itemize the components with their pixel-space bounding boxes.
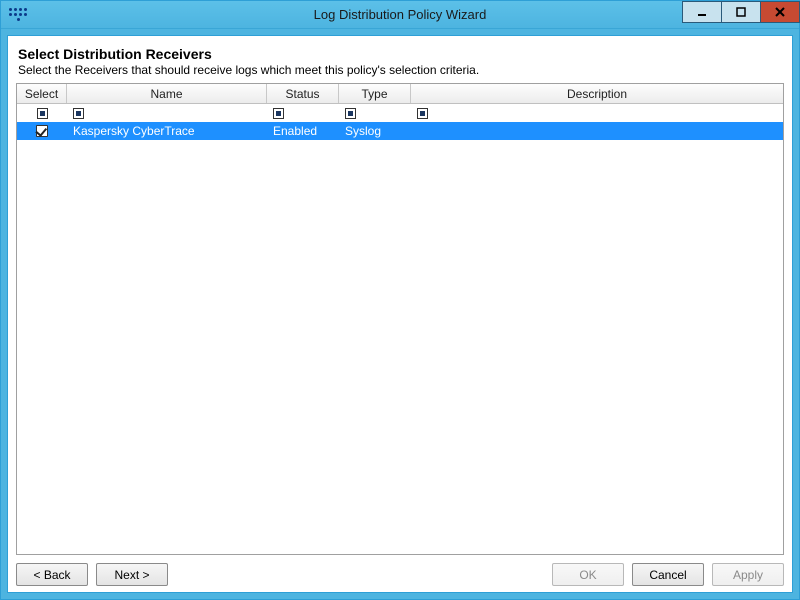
ok-button: OK: [552, 563, 624, 586]
table-row[interactable]: Kaspersky CyberTrace Enabled Syslog: [17, 122, 783, 140]
apply-button: Apply: [712, 563, 784, 586]
filter-status-icon[interactable]: [273, 108, 284, 119]
page-title: Select Distribution Receivers: [18, 46, 782, 62]
filter-description-icon[interactable]: [417, 108, 428, 119]
filter-name-icon[interactable]: [73, 108, 84, 119]
row-type: Syslog: [339, 122, 411, 140]
wizard-window: Log Distribution Policy Wizard Select Di…: [0, 0, 800, 600]
receivers-grid: Select Name Status Type Description: [16, 83, 784, 555]
col-header-type[interactable]: Type: [339, 84, 411, 103]
row-checkbox[interactable]: [36, 125, 48, 137]
filter-select-icon[interactable]: [37, 108, 48, 119]
client-area: Select Distribution Receivers Select the…: [7, 35, 793, 593]
cancel-button[interactable]: Cancel: [632, 563, 704, 586]
grid-filter-row: [17, 104, 783, 122]
filter-type-icon[interactable]: [345, 108, 356, 119]
grid-body: Kaspersky CyberTrace Enabled Syslog: [17, 104, 783, 554]
title-bar: Log Distribution Policy Wizard: [1, 1, 799, 29]
row-status: Enabled: [267, 122, 339, 140]
page-subtitle: Select the Receivers that should receive…: [18, 63, 782, 77]
col-header-name[interactable]: Name: [67, 84, 267, 103]
col-header-description[interactable]: Description: [411, 84, 783, 103]
back-button[interactable]: < Back: [16, 563, 88, 586]
row-description: [411, 122, 783, 140]
button-bar: < Back Next > OK Cancel Apply: [16, 555, 784, 586]
grid-header: Select Name Status Type Description: [17, 84, 783, 104]
col-header-select[interactable]: Select: [17, 84, 67, 103]
row-name: Kaspersky CyberTrace: [67, 122, 267, 140]
window-title: Log Distribution Policy Wizard: [1, 7, 799, 22]
col-header-status[interactable]: Status: [267, 84, 339, 103]
next-button[interactable]: Next >: [96, 563, 168, 586]
